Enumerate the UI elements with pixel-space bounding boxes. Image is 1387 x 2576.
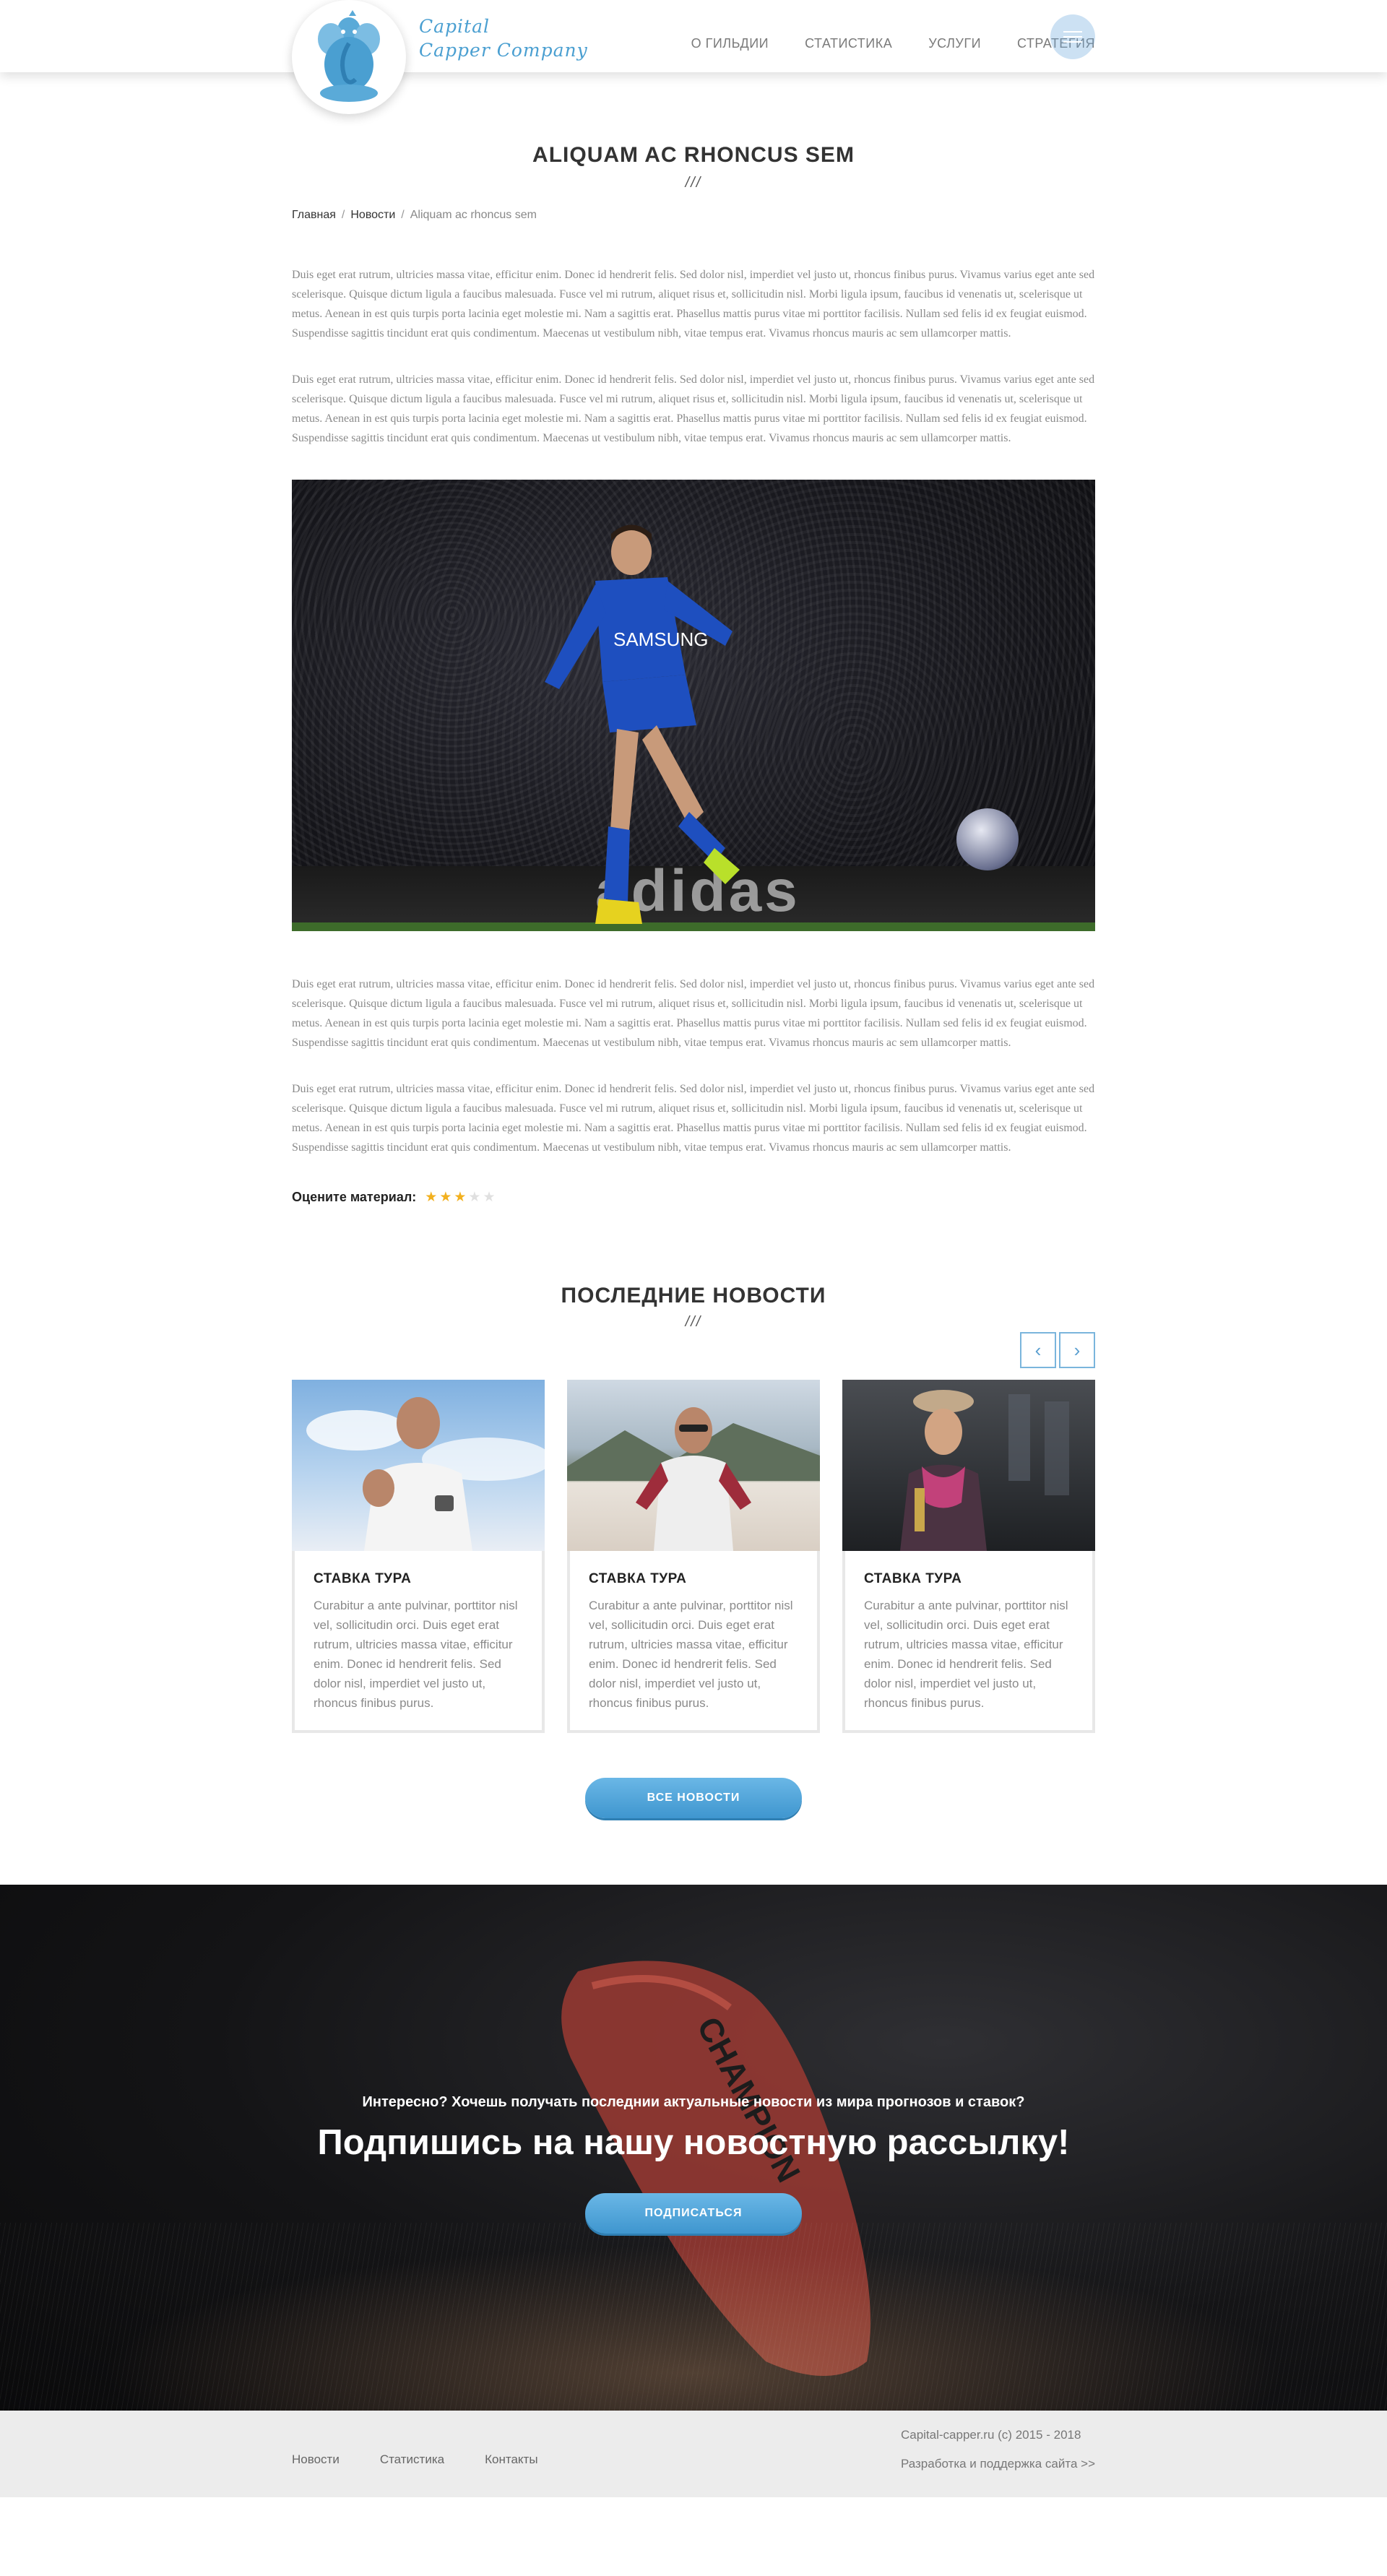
nav-item-statistics[interactable]: СТАТИСТИКА — [805, 36, 892, 51]
news-card-text: Curabitur a ante pulvinar, porttitor nis… — [314, 1599, 518, 1710]
logo-line-2: Capper Company — [419, 40, 588, 61]
nav-item-services[interactable]: УСЛУГИ — [928, 36, 981, 51]
slider-prev-button[interactable]: ‹ — [1020, 1332, 1056, 1368]
site-footer: Новости Статистика Контакты Capital-capp… — [0, 2411, 1387, 2497]
ganesha-logo-icon — [318, 10, 380, 102]
rating-label: Оцените материал: — [292, 1190, 417, 1204]
chevron-left-icon: ‹ — [1034, 1339, 1042, 1361]
hamburger-menu-icon[interactable] — [1050, 14, 1095, 59]
logo-emblem[interactable] — [292, 0, 406, 114]
copyright: Capital-capper.ru (c) 2015 - 2018 — [900, 2428, 1081, 2442]
breadcrumb-separator: / — [341, 209, 345, 221]
page-title: ALIQUAM AC RHONCUS SEM — [532, 143, 855, 167]
article-paragraph: Duis eget erat rutrum, ultricies massa v… — [292, 1083, 1095, 1154]
rating-stars[interactable]: ★ ★ ★ ★ ★ — [425, 1189, 495, 1206]
footer-link-statistics[interactable]: Статистика — [380, 2452, 444, 2467]
site-header: Capital Capper Company О ГИЛЬДИИ СТАТИСТ… — [0, 0, 1387, 114]
news-card-image — [567, 1380, 820, 1551]
svg-text:SAMSUNG: SAMSUNG — [613, 628, 708, 650]
star-icon[interactable]: ★ — [439, 1189, 451, 1206]
breadcrumb-home[interactable]: Главная — [292, 209, 336, 221]
news-card[interactable]: СТАВКА ТУРА Curabitur a ante pulvinar, p… — [842, 1380, 1095, 1733]
news-card-text: Curabitur a ante pulvinar, porttitor nis… — [864, 1599, 1068, 1710]
subscribe-title: Подпишись на нашу новостную рассылку! — [317, 2123, 1070, 2162]
article: ALIQUAM AC RHONCUS SEM /// Главная / Новос… — [292, 143, 1095, 1818]
subscribe-banner: CHAMPION Интересно? Хочешь получать посл… — [0, 1885, 1387, 2411]
news-cards: СТАВКА ТУРА Curabitur a ante pulvinar, p… — [292, 1380, 1095, 1733]
football-ball — [956, 808, 1019, 870]
news-card-title: СТАВКА ТУРА — [314, 1571, 412, 1586]
footer-nav: Новости Статистика Контакты — [292, 2452, 538, 2467]
article-image: adidas SAMSUNG — [292, 480, 1095, 931]
slider-next-button[interactable]: › — [1059, 1332, 1095, 1368]
star-icon[interactable]: ★ — [483, 1189, 495, 1206]
article-paragraph: Duis eget erat rutrum, ultricies massa v… — [292, 373, 1095, 444]
footer-link-contacts[interactable]: Контакты — [485, 2452, 537, 2467]
article-paragraph: Duis eget erat rutrum, ultricies massa v… — [292, 978, 1095, 1049]
title-decoration: /// — [685, 175, 702, 191]
slider-controls: ‹ › — [292, 1332, 1095, 1368]
breadcrumb-news[interactable]: Новости — [350, 209, 395, 221]
logo-text[interactable]: Capital Capper Company — [419, 14, 588, 62]
news-card-title: СТАВКА ТУРА — [589, 1571, 687, 1586]
football-player-figure: SAMSUNG — [545, 524, 740, 924]
chevron-right-icon: › — [1073, 1339, 1081, 1361]
news-card-title: СТАВКА ТУРА — [864, 1571, 962, 1586]
subscribe-subtitle: Интересно? Хочешь получать последнии акт… — [362, 2094, 1025, 2110]
article-paragraph: Duis eget erat rutrum, ultricies massa v… — [292, 269, 1095, 340]
latest-news-title: ПОСЛЕДНИЕ НОВОСТИ — [561, 1284, 826, 1308]
star-icon[interactable]: ★ — [425, 1189, 437, 1206]
all-news-button[interactable]: ВСЕ НОВОСТИ — [585, 1778, 802, 1818]
news-card-image — [292, 1380, 545, 1551]
footer-info: Capital-capper.ru (c) 2015 - 2018 Разраб… — [901, 2428, 1095, 2471]
breadcrumb-separator: / — [401, 209, 405, 221]
logo-line-1: Capital — [419, 16, 490, 37]
footer-link-news[interactable]: Новости — [292, 2452, 340, 2467]
subscribe-button[interactable]: ПОДПИСАТЬСЯ — [585, 2193, 802, 2234]
main-nav: О ГИЛЬДИИ СТАТИСТИКА УСЛУГИ СТРАТЕГИЯ — [691, 36, 1095, 51]
news-card[interactable]: СТАВКА ТУРА Curabitur a ante pulvinar, p… — [567, 1380, 820, 1733]
nav-item-guild[interactable]: О ГИЛЬДИИ — [691, 36, 769, 51]
news-card[interactable]: СТАВКА ТУРА Curabitur a ante pulvinar, p… — [292, 1380, 545, 1733]
developer-link[interactable]: Разработка и поддержка сайта >> — [901, 2457, 1095, 2471]
rating-widget: Оцените материал: ★ ★ ★ ★ ★ — [292, 1189, 1095, 1206]
breadcrumb-current: Aliquam ac rhoncus sem — [410, 209, 537, 221]
star-icon[interactable]: ★ — [468, 1189, 480, 1206]
news-card-image — [842, 1380, 1095, 1551]
news-title-decoration: /// — [685, 1314, 702, 1330]
star-icon[interactable]: ★ — [454, 1189, 466, 1206]
news-card-text: Curabitur a ante pulvinar, porttitor nis… — [589, 1599, 793, 1710]
breadcrumb: Главная / Новости / Aliquam ac rhoncus sem — [292, 209, 1095, 222]
